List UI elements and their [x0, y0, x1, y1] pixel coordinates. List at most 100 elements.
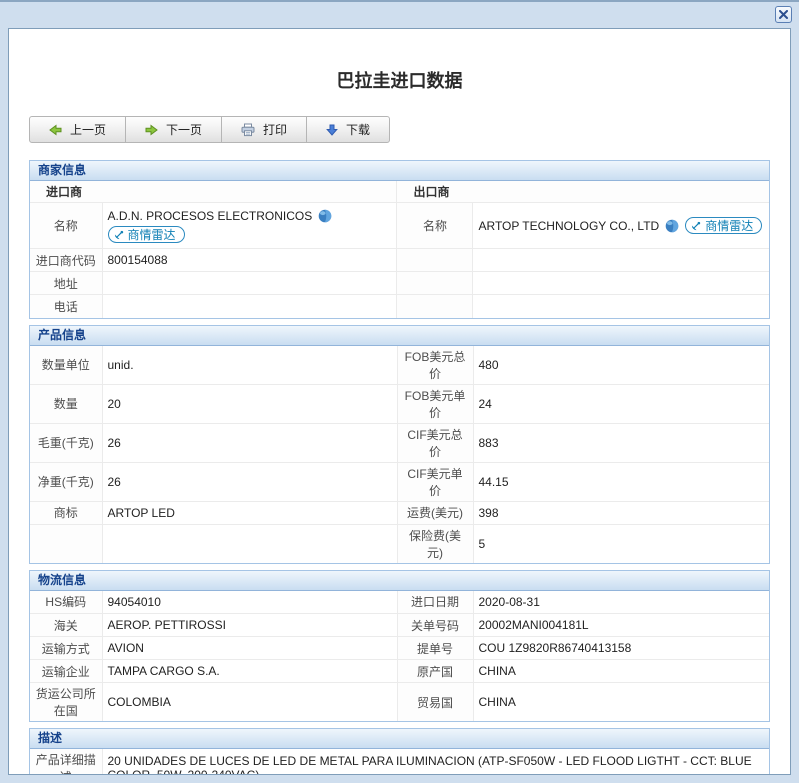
field-value: 26 [102, 423, 397, 462]
merchant-table: 进口商 出口商 名称 A.D.N. PROCESOS ELECTRONICOS [30, 181, 769, 318]
field-label: 原产国 [397, 660, 473, 683]
field-label [397, 295, 473, 318]
field-value: 398 [473, 501, 769, 524]
logistics-table: HS编码 94054010 进口日期 2020-08-31 海关 AEROP. … [30, 591, 769, 722]
field-label: 运费(美元) [397, 501, 473, 524]
field-label: 电话 [30, 295, 102, 318]
download-label: 下载 [346, 121, 370, 138]
field-label: 提单号 [397, 637, 473, 660]
field-label [30, 524, 102, 563]
business-radar-badge[interactable]: 商情雷达 [108, 226, 185, 243]
field-value: 883 [473, 423, 769, 462]
field-value: 20 UNIDADES DE LUCES DE LED DE METAL PAR… [102, 749, 769, 775]
table-row: 地址 [30, 272, 769, 295]
importer-name-cell: A.D.N. PROCESOS ELECTRONICOS [102, 203, 397, 249]
radar-icon [114, 229, 125, 240]
printer-icon [241, 123, 255, 137]
section-description: 描述 产品详细描述 20 UNIDADES DE LUCES DE LED DE… [29, 728, 770, 775]
field-value: CHINA [473, 683, 769, 722]
exporter-name-label: 名称 [397, 203, 473, 249]
table-row: 毛重(千克) 26 CIF美元总价 883 [30, 423, 769, 462]
field-value [102, 524, 397, 563]
description-table: 产品详细描述 20 UNIDADES DE LUCES DE LED DE ME… [30, 749, 769, 775]
field-value: AVION [102, 637, 397, 660]
table-row: 海关 AEROP. PETTIROSSI 关单号码 20002MANI00418… [30, 614, 769, 637]
section-product-title: 产品信息 [30, 326, 769, 346]
field-label: FOB美元单价 [397, 384, 473, 423]
print-button[interactable]: 打印 [221, 116, 307, 143]
section-product: 产品信息 数量单位 unid. FOB美元总价 480 数量 20 FOB美元单… [29, 325, 770, 564]
field-label: 关单号码 [397, 614, 473, 637]
table-row: 数量 20 FOB美元单价 24 [30, 384, 769, 423]
prev-page-button[interactable]: 上一页 [29, 116, 126, 143]
next-page-label: 下一页 [166, 121, 202, 138]
field-label: 净重(千克) [30, 462, 102, 501]
exporter-name: ARTOP TECHNOLOGY CO., LTD [478, 218, 659, 234]
dialog-content: 巴拉圭进口数据 上一页 下一页 [8, 28, 791, 775]
field-label [397, 249, 473, 272]
arrow-left-icon [49, 124, 62, 136]
field-label: CIF美元总价 [397, 423, 473, 462]
field-value: CHINA [473, 660, 769, 683]
exporter-name-cell: ARTOP TECHNOLOGY CO., LTD [473, 203, 769, 249]
product-table: 数量单位 unid. FOB美元总价 480 数量 20 FOB美元单价 24 … [30, 346, 769, 563]
globe-icon[interactable] [318, 209, 332, 223]
field-value: 24 [473, 384, 769, 423]
field-label: 商标 [30, 501, 102, 524]
merchant-group-header-row: 进口商 出口商 [30, 181, 769, 203]
field-label: 货运公司所在国 [30, 683, 102, 722]
table-row: HS编码 94054010 进口日期 2020-08-31 [30, 591, 769, 614]
field-label: HS编码 [30, 591, 102, 614]
table-row: 运输方式 AVION 提单号 COU 1Z9820R86740413158 [30, 637, 769, 660]
field-value: 5 [473, 524, 769, 563]
table-row: 进口商代码 800154088 [30, 249, 769, 272]
field-value [473, 249, 769, 272]
globe-icon[interactable] [665, 219, 679, 233]
field-label: 海关 [30, 614, 102, 637]
field-label: 保险费(美元) [397, 524, 473, 563]
table-row: 电话 [30, 295, 769, 318]
importer-name-label: 名称 [30, 203, 102, 249]
field-label: 毛重(千克) [30, 423, 102, 462]
prev-page-label: 上一页 [70, 121, 106, 138]
business-radar-badge[interactable]: 商情雷达 [685, 217, 762, 234]
section-description-title: 描述 [30, 729, 769, 749]
field-value: AEROP. PETTIROSSI [102, 614, 397, 637]
field-value: COLOMBIA [102, 683, 397, 722]
arrow-right-icon [145, 124, 158, 136]
page-title: 巴拉圭进口数据 [9, 67, 790, 88]
importer-name: A.D.N. PROCESOS ELECTRONICOS [108, 208, 313, 224]
download-button[interactable]: 下载 [306, 116, 390, 143]
print-label: 打印 [263, 121, 287, 138]
arrow-down-icon [326, 124, 338, 136]
section-logistics-title: 物流信息 [30, 571, 769, 591]
close-button[interactable] [775, 6, 792, 23]
field-label: 贸易国 [397, 683, 473, 722]
field-label: CIF美元单价 [397, 462, 473, 501]
field-value: COU 1Z9820R86740413158 [473, 637, 769, 660]
next-page-button[interactable]: 下一页 [125, 116, 222, 143]
field-value [473, 272, 769, 295]
field-value: 20 [102, 384, 397, 423]
exporter-group-header: 出口商 [397, 181, 769, 203]
field-value: 26 [102, 462, 397, 501]
section-logistics: 物流信息 HS编码 94054010 进口日期 2020-08-31 海关 AE… [29, 570, 770, 723]
field-value: 94054010 [102, 591, 397, 614]
importer-group-header: 进口商 [30, 181, 397, 203]
close-icon [779, 10, 788, 19]
field-label: 数量单位 [30, 346, 102, 385]
table-row: 名称 A.D.N. PROCESOS ELECTRONICOS [30, 203, 769, 249]
field-value: TAMPA CARGO S.A. [102, 660, 397, 683]
field-label: 数量 [30, 384, 102, 423]
field-label: 进口商代码 [30, 249, 102, 272]
field-value [102, 295, 397, 318]
field-value: 2020-08-31 [473, 591, 769, 614]
table-row: 净重(千克) 26 CIF美元单价 44.15 [30, 462, 769, 501]
table-row: 数量单位 unid. FOB美元总价 480 [30, 346, 769, 385]
table-row: 保险费(美元) 5 [30, 524, 769, 563]
table-row: 商标 ARTOP LED 运费(美元) 398 [30, 501, 769, 524]
field-value: 44.15 [473, 462, 769, 501]
field-label: 产品详细描述 [30, 749, 102, 775]
field-value [102, 272, 397, 295]
toolbar: 上一页 下一页 打印 [29, 116, 390, 143]
